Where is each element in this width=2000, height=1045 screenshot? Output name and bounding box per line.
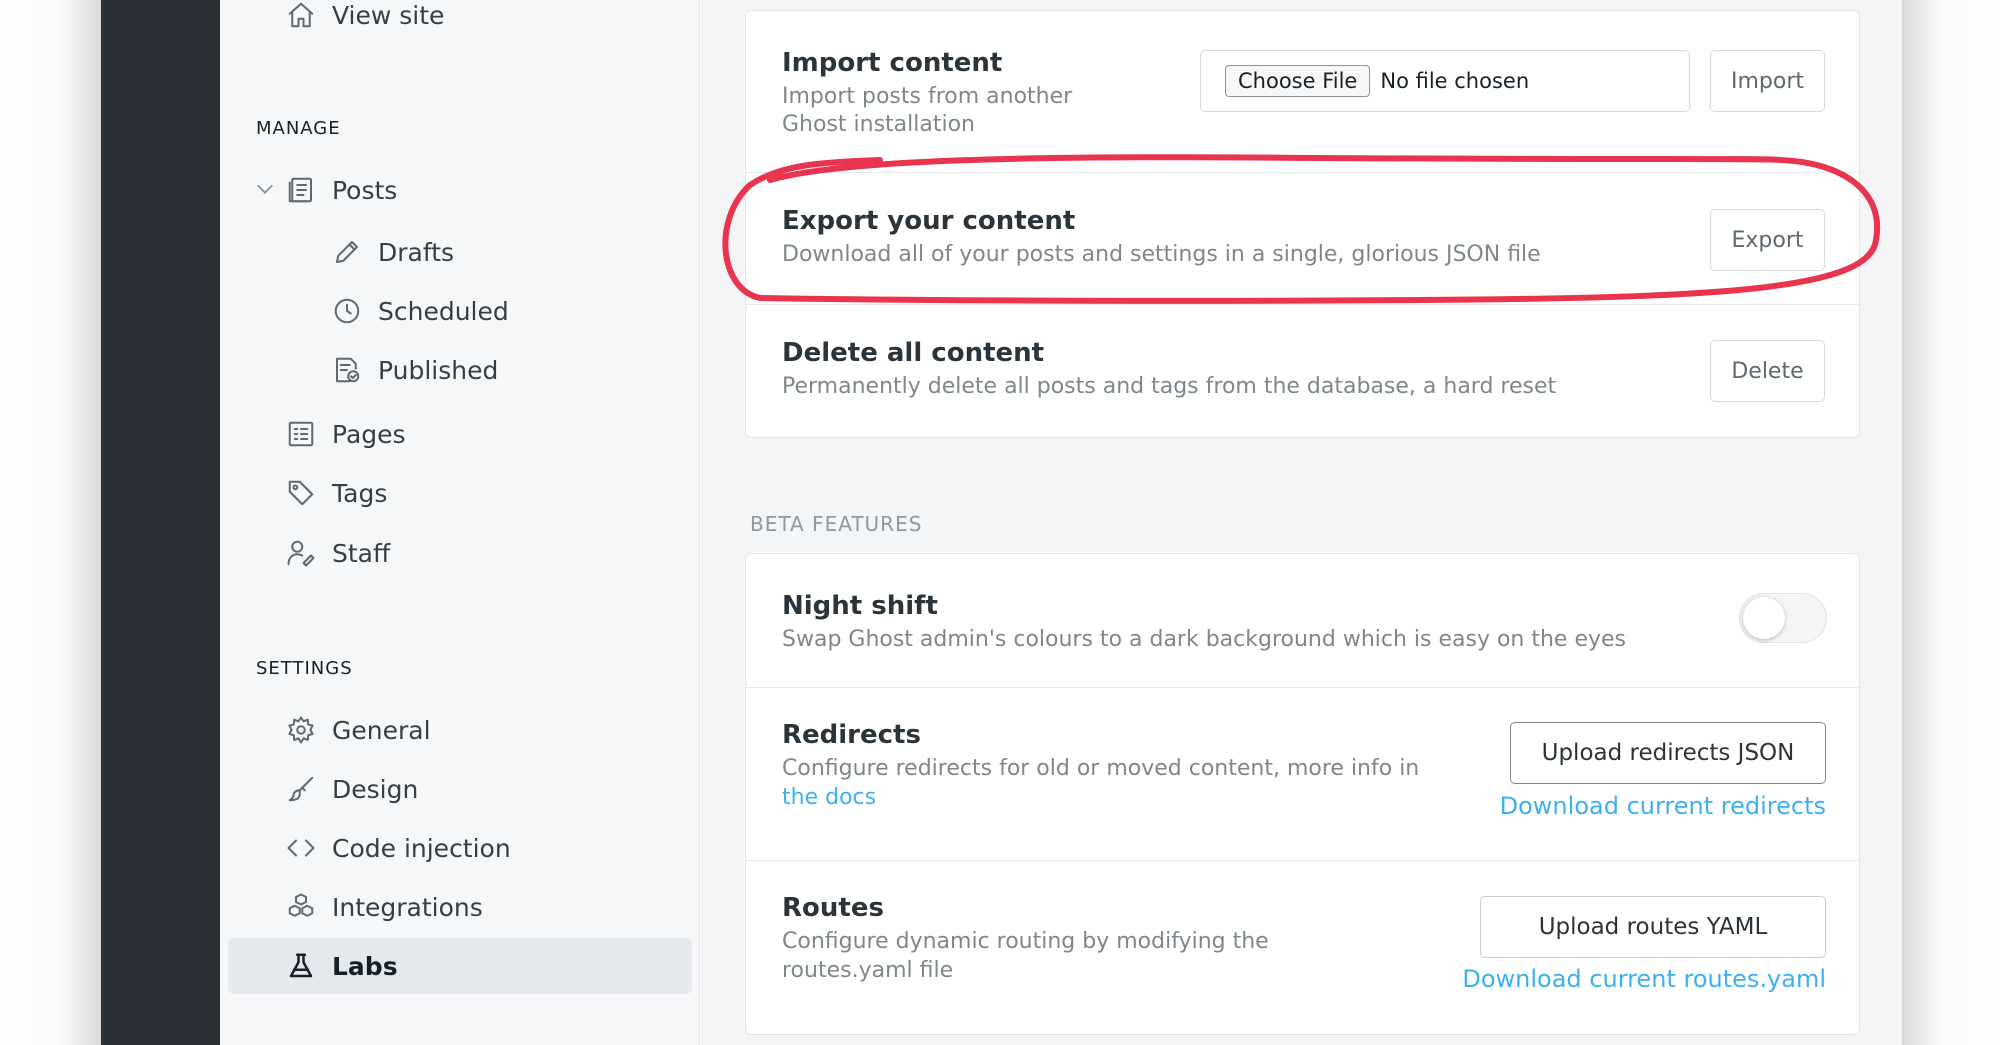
home-icon: [284, 0, 318, 32]
app-rail: [101, 0, 220, 1045]
nav-code-injection-label: Code injection: [332, 833, 511, 863]
gear-icon: [284, 713, 318, 747]
nav-drafts-label: Drafts: [378, 237, 455, 267]
nav-labs[interactable]: Labs: [284, 944, 398, 988]
nav-labs-label: Labs: [332, 951, 398, 981]
code-icon: [284, 831, 318, 865]
staff-icon: [284, 536, 318, 570]
manage-heading: MANAGE: [256, 118, 341, 139]
nav-staff[interactable]: Staff: [284, 531, 390, 575]
pencil-icon: [330, 235, 364, 269]
nav-pages-label: Pages: [332, 419, 406, 449]
download-redirects-link[interactable]: Download current redirects: [1420, 792, 1826, 820]
nav-view-site[interactable]: View site: [284, 0, 444, 37]
upload-redirects-button[interactable]: Upload redirects JSON: [1510, 722, 1826, 784]
settings-heading: SETTINGS: [256, 658, 353, 679]
redirects-docs-link[interactable]: the docs: [782, 784, 876, 812]
nav-published[interactable]: Published: [330, 348, 498, 392]
delete-desc: Permanently delete all posts and tags fr…: [782, 374, 1557, 399]
nav-scheduled[interactable]: Scheduled: [330, 289, 509, 333]
toggle-knob: [1743, 597, 1785, 639]
nav-design[interactable]: Design: [284, 767, 418, 811]
nav-view-site-label: View site: [332, 0, 445, 30]
night-shift-toggle[interactable]: [1739, 593, 1827, 643]
file-input[interactable]: Choose File No file chosen: [1200, 50, 1690, 112]
nav-drafts[interactable]: Drafts: [330, 230, 454, 274]
window-shadow-left: [0, 0, 101, 1045]
nav-code-injection[interactable]: Code injection: [284, 826, 511, 870]
tag-icon: [284, 476, 318, 510]
export-title: Export your content: [782, 206, 1076, 236]
choose-file-button[interactable]: Choose File: [1225, 65, 1371, 97]
export-desc: Download all of your posts and settings …: [782, 242, 1541, 267]
delete-button[interactable]: Delete: [1710, 340, 1825, 402]
chevron-down-icon[interactable]: [254, 178, 276, 200]
redirects-desc: Configure redirects for old or moved con…: [782, 756, 1420, 781]
pages-icon: [284, 417, 318, 451]
export-button[interactable]: Export: [1710, 209, 1825, 271]
routes-desc-line1: Configure dynamic routing by modifying t…: [782, 929, 1269, 954]
nav-published-label: Published: [378, 355, 499, 385]
nav-tags-label: Tags: [332, 478, 388, 508]
file-status: No file chosen: [1380, 69, 1530, 93]
import-button[interactable]: Import: [1710, 50, 1825, 112]
nav-general-label: General: [332, 715, 431, 745]
nav-general[interactable]: General: [284, 708, 431, 752]
nav-posts[interactable]: Posts: [284, 168, 397, 212]
nav-tags[interactable]: Tags: [284, 471, 387, 515]
download-routes-link[interactable]: Download current routes.yaml: [1380, 965, 1826, 993]
delete-title: Delete all content: [782, 338, 1045, 368]
redirects-title: Redirects: [782, 720, 921, 750]
nav-pages[interactable]: Pages: [284, 412, 406, 456]
night-shift-desc: Swap Ghost admin's colours to a dark bac…: [782, 627, 1627, 652]
clock-icon: [330, 294, 364, 328]
flask-icon: [284, 949, 318, 983]
nav-scheduled-label: Scheduled: [378, 296, 509, 326]
nav-integrations-label: Integrations: [332, 892, 483, 922]
beta-features-heading: BETA FEATURES: [750, 512, 923, 536]
brush-icon: [284, 772, 318, 806]
row-divider: [746, 304, 1859, 305]
routes-desc-line2: routes.yaml file: [782, 958, 954, 983]
published-icon: [330, 353, 364, 387]
integrations-icon: [284, 890, 318, 924]
import-title: Import content: [782, 48, 1003, 78]
row-divider: [746, 860, 1859, 861]
nav-staff-label: Staff: [332, 538, 391, 568]
row-divider: [746, 172, 1859, 173]
nav-posts-label: Posts: [332, 175, 398, 205]
row-divider: [746, 687, 1859, 688]
night-shift-title: Night shift: [782, 591, 938, 621]
routes-title: Routes: [782, 893, 884, 923]
posts-icon: [284, 173, 318, 207]
window-shadow-right: [1902, 0, 2000, 1045]
nav-design-label: Design: [332, 774, 419, 804]
upload-routes-button[interactable]: Upload routes YAML: [1480, 896, 1826, 958]
nav-integrations[interactable]: Integrations: [284, 885, 483, 929]
import-desc-line2: Ghost installation: [782, 112, 976, 137]
import-desc-line1: Import posts from another: [782, 84, 1073, 109]
